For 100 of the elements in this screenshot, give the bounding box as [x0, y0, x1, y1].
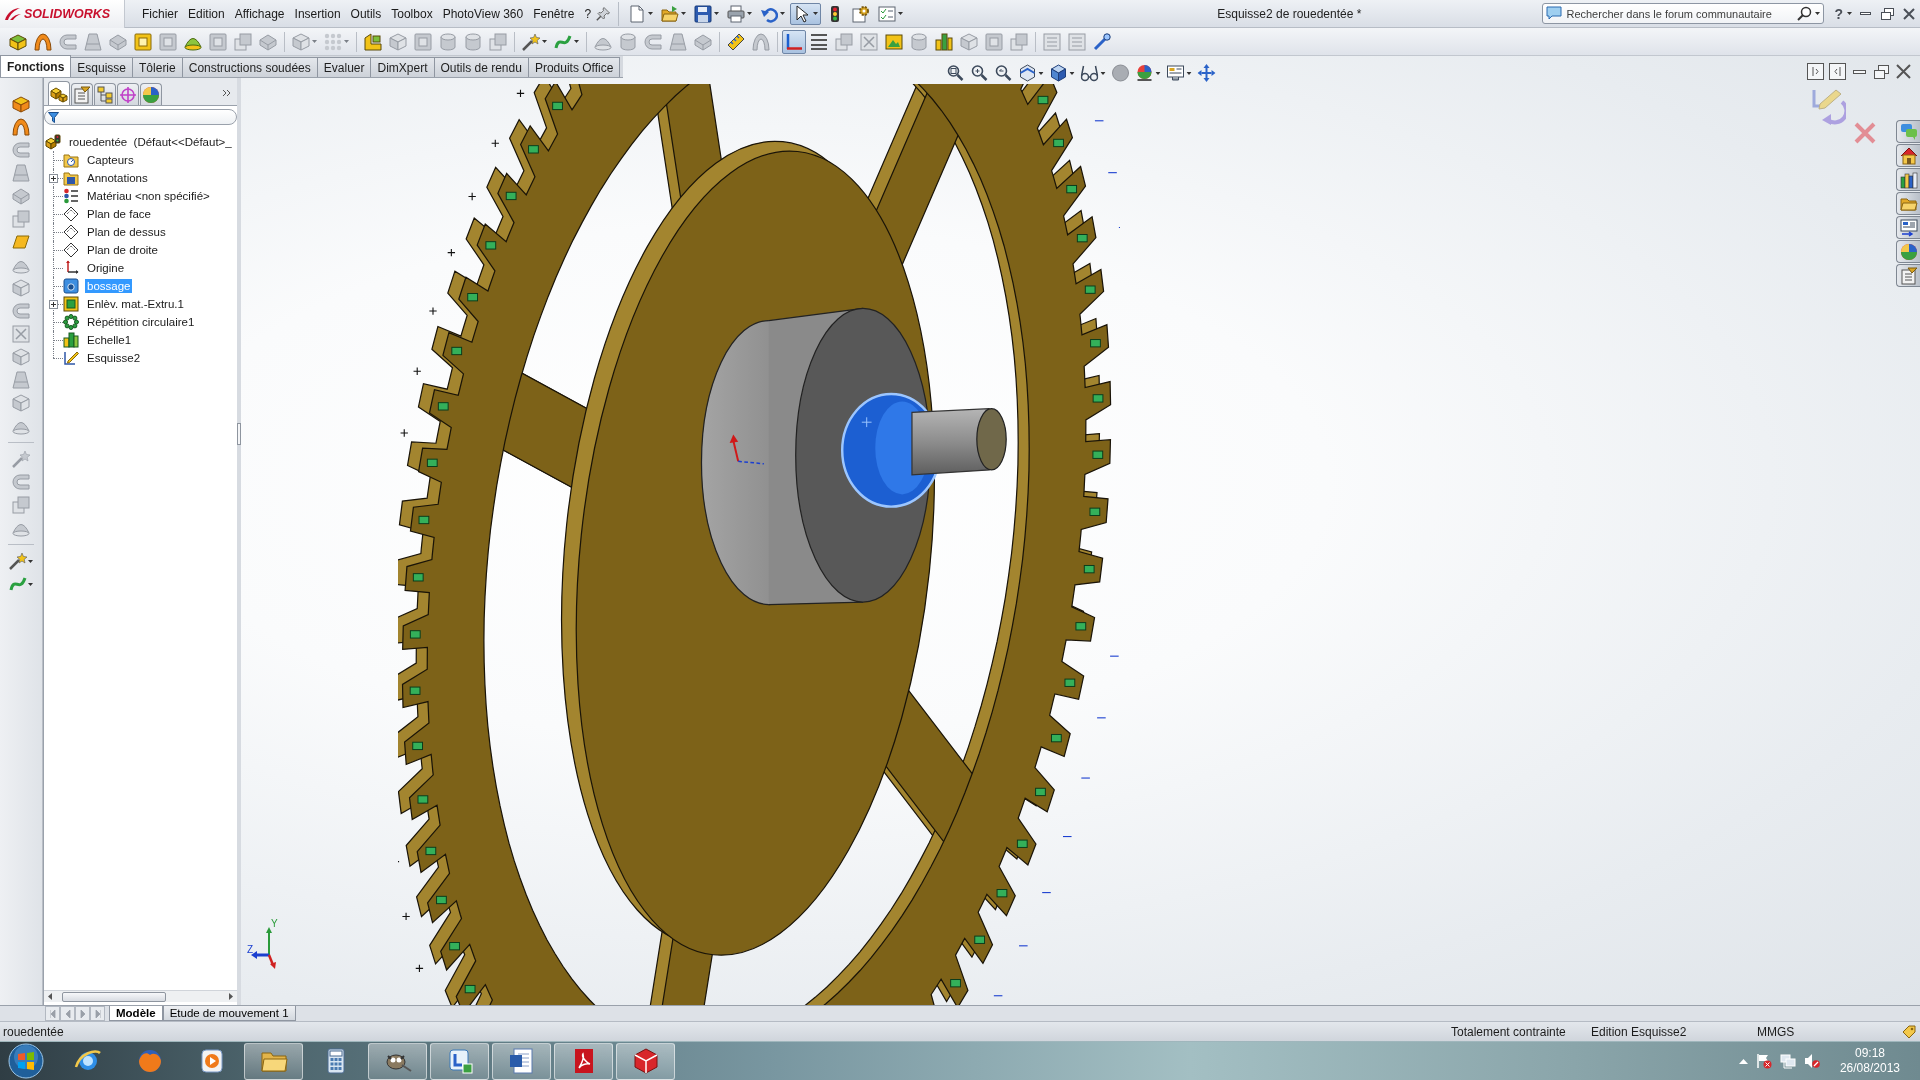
search-field[interactable]: Rechercher dans le forum communautaire	[1542, 3, 1825, 24]
tree-item[interactable]: Matériau <non spécifié>	[85, 189, 212, 203]
tree-item[interactable]: Annotations	[85, 171, 150, 185]
minimize-icon	[1859, 12, 1871, 15]
quick-access-button[interactable]	[790, 2, 822, 25]
home-icon	[1899, 146, 1918, 165]
toolbar-button[interactable]	[8, 550, 34, 572]
tree-item[interactable]: Plan de dessus	[85, 225, 168, 239]
expand-toggle[interactable]	[49, 173, 58, 183]
task-pane-tab[interactable]	[1896, 216, 1920, 239]
triangle-left-icon	[48, 993, 52, 1000]
view-tool-button[interactable]	[1196, 63, 1216, 83]
panel-tab[interactable]	[94, 83, 116, 105]
task-pane-tab[interactable]	[1896, 240, 1920, 263]
tree-item[interactable]: Enlèv. mat.-Extru.1	[85, 297, 186, 311]
magnifier-icon	[970, 64, 988, 82]
view-tool-button[interactable]	[993, 63, 1013, 83]
tree-item[interactable]: Origine	[85, 261, 127, 275]
split-view-button[interactable]	[1829, 63, 1846, 80]
panel-tab[interactable]	[117, 83, 139, 105]
menu-item[interactable]: PhotoView 360	[437, 3, 529, 24]
view-tool-button[interactable]	[945, 63, 965, 83]
layout-icon	[1899, 218, 1918, 237]
panel-tab[interactable]	[140, 83, 162, 105]
menu-item[interactable]: Edition	[183, 3, 230, 24]
tree-item[interactable]: Esquisse2	[85, 351, 143, 365]
view-tool-button[interactable]	[1079, 63, 1106, 83]
tag-icon[interactable]	[1902, 1024, 1916, 1039]
search-icon[interactable]	[1797, 6, 1813, 21]
tree-item[interactable]: Capteurs	[85, 153, 136, 167]
menu-item[interactable]: Insertion	[289, 3, 346, 24]
view-tool-button[interactable]	[969, 63, 989, 83]
command-tab[interactable]: Constructions soudées	[181, 57, 318, 77]
task-pane-tab[interactable]	[1896, 144, 1920, 167]
hook-icon	[12, 473, 30, 491]
pushpin-icon[interactable]	[596, 6, 611, 21]
toolbar-button[interactable]	[11, 116, 31, 138]
taskbar-app-button[interactable]	[368, 1042, 427, 1080]
view-tool-button[interactable]	[1017, 63, 1044, 83]
command-tab[interactable]: Tôlerie	[132, 57, 183, 77]
stacked-sheets-icon	[234, 32, 252, 51]
last-button[interactable]	[90, 1006, 105, 1021]
command-tab[interactable]: Outils de rendu	[433, 57, 529, 77]
toolbar-button[interactable]	[782, 29, 806, 54]
origin-axes-icon	[63, 260, 79, 276]
tree-item[interactable]: rouedentée (Défaut<<Défaut>_	[67, 135, 234, 149]
menu-item[interactable]: Fenêtre	[528, 3, 580, 24]
tree-item[interactable]: Répétition circulaire1	[85, 315, 197, 329]
expand-toggle[interactable]	[49, 299, 58, 309]
splitter-handle[interactable]	[237, 423, 241, 445]
cancel-button[interactable]	[1854, 122, 1876, 144]
tree-item[interactable]: Plan de droite	[85, 243, 160, 257]
taskbar-app-button[interactable]	[492, 1042, 551, 1080]
folder-gauge-icon	[63, 152, 79, 168]
scroll-thumb[interactable]	[62, 991, 166, 1002]
command-tab[interactable]: Produits Office	[527, 57, 621, 77]
model-tab[interactable]: Etude de mouvement 1	[162, 1006, 296, 1021]
split-view-button[interactable]	[1807, 63, 1824, 80]
tree-item[interactable]: Plan de face	[85, 207, 153, 221]
panel-tab[interactable]	[48, 81, 70, 105]
taskbar-app-button[interactable]	[554, 1042, 613, 1080]
tray-button[interactable]	[1803, 1053, 1820, 1069]
tray-button[interactable]	[1779, 1053, 1796, 1069]
task-pane-tab[interactable]	[1896, 168, 1920, 191]
taskbar-app-button[interactable]	[430, 1042, 489, 1080]
exit-sketch-button[interactable]	[1812, 88, 1846, 126]
restore-button[interactable]	[1873, 63, 1890, 80]
model-tab[interactable]: Modèle	[109, 1006, 163, 1021]
tray-icon	[109, 32, 127, 51]
start-button[interactable]	[6, 1042, 46, 1080]
close-button[interactable]	[1895, 63, 1912, 80]
menu-item[interactable]: Outils	[345, 3, 387, 24]
view-tool-button[interactable]	[1165, 63, 1192, 83]
split-left-icon	[1807, 63, 1824, 80]
horizontal-scrollbar[interactable]	[44, 990, 237, 1002]
arch-icon	[34, 32, 52, 51]
taskbar-app-button[interactable]	[244, 1042, 303, 1080]
tree-item[interactable]: Echelle1	[85, 333, 134, 347]
caret-icon	[1847, 12, 1852, 15]
hook-icon	[644, 32, 662, 51]
axis-label: Z	[247, 944, 254, 955]
caret-icon	[681, 12, 687, 15]
tray-expand-button[interactable]	[1738, 1058, 1748, 1064]
settings-icon	[852, 4, 871, 23]
menu-item[interactable]: Fichier	[137, 3, 183, 24]
menu-item[interactable]: Affichage	[229, 3, 290, 24]
command-tab[interactable]: Esquisse	[70, 57, 134, 77]
command-tab[interactable]: Evaluer	[316, 57, 372, 77]
help-button[interactable]: ?	[1832, 5, 1854, 22]
next-button[interactable]	[75, 1006, 90, 1021]
menu-item[interactable]: ?	[579, 3, 597, 24]
command-tab[interactable]: Fonctions	[0, 55, 72, 77]
filter-field[interactable]	[44, 109, 237, 125]
caret-icon	[714, 12, 720, 15]
command-tab[interactable]: DimXpert	[370, 57, 435, 77]
tray-button[interactable]	[1755, 1053, 1772, 1069]
taskbar-app-button[interactable]	[616, 1042, 675, 1080]
panel-tab[interactable]	[71, 83, 93, 105]
menu-item[interactable]: Toolbox	[386, 3, 438, 24]
view-tool-button[interactable]	[1048, 63, 1075, 83]
